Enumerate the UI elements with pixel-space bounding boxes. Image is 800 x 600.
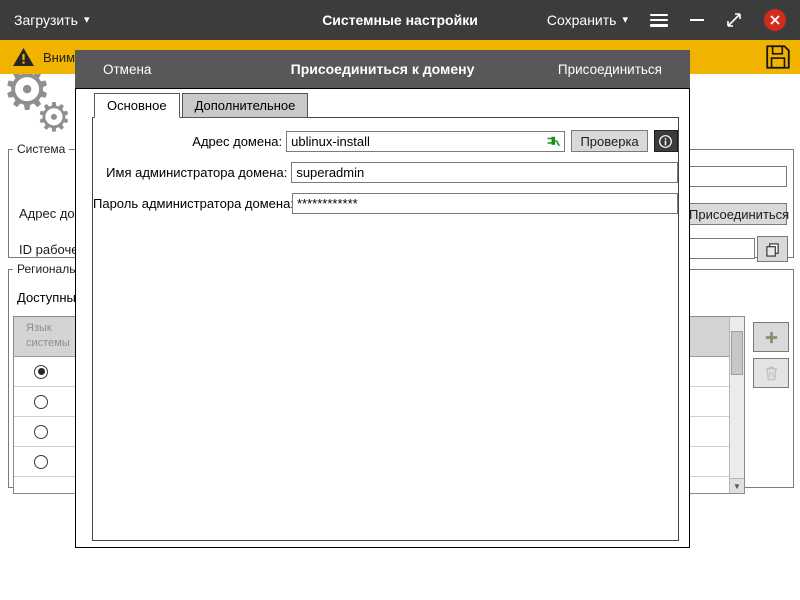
chevron-down-icon: ▾ bbox=[622, 15, 628, 26]
dialog-admin-input[interactable] bbox=[291, 162, 678, 183]
join-domain-button[interactable]: Присоединиться bbox=[680, 203, 787, 225]
table-scrollbar[interactable]: ▼ bbox=[729, 317, 744, 493]
language-radio[interactable] bbox=[34, 395, 48, 409]
available-languages-label: Доступные bbox=[17, 290, 83, 305]
delete-language-button[interactable] bbox=[753, 358, 789, 388]
window-title: Системные настройки bbox=[322, 12, 478, 28]
save-button-label: Сохранить bbox=[547, 12, 617, 28]
close-button[interactable] bbox=[764, 9, 786, 31]
warning-icon bbox=[12, 47, 35, 67]
connection-ok-plug-icon bbox=[546, 134, 561, 154]
dialog-tabs: Основное Дополнительное bbox=[92, 93, 679, 118]
menu-icon[interactable] bbox=[650, 14, 668, 27]
titlebar: Загрузить ▾ Системные настройки Сохранит… bbox=[0, 0, 800, 40]
save-disk-button[interactable] bbox=[764, 43, 792, 71]
tab-additional[interactable]: Дополнительное bbox=[182, 93, 309, 118]
settings-gear-small-icon: ⚙ bbox=[36, 98, 72, 138]
dialog-header: Отмена Присоединиться к домену Присоедин… bbox=[75, 50, 690, 88]
dialog-title: Присоединиться к домену bbox=[291, 61, 475, 77]
scrollbar-thumb[interactable] bbox=[731, 331, 743, 375]
load-button[interactable]: Загрузить ▾ bbox=[14, 12, 89, 28]
language-radio[interactable] bbox=[34, 425, 48, 439]
titlebar-controls: Сохранить ▾ bbox=[547, 9, 800, 31]
add-language-button[interactable] bbox=[753, 322, 789, 352]
domain-address-row: Адрес домена: Проверка bbox=[93, 130, 678, 152]
info-button[interactable] bbox=[654, 130, 678, 152]
language-radio[interactable] bbox=[34, 455, 48, 469]
plus-icon bbox=[764, 330, 779, 345]
minimize-icon[interactable] bbox=[690, 19, 704, 22]
floppy-icon bbox=[764, 43, 792, 71]
dialog-join-button[interactable]: Присоединиться bbox=[558, 62, 662, 77]
admin-password-row: Пароль администратора домена: bbox=[93, 193, 678, 214]
copy-icon bbox=[765, 242, 780, 257]
check-button[interactable]: Проверка bbox=[571, 130, 647, 152]
tab-main[interactable]: Основное bbox=[94, 93, 180, 118]
dialog-domain-label: Адрес домена: bbox=[93, 134, 282, 149]
dialog-domain-input[interactable] bbox=[286, 131, 565, 152]
trash-icon bbox=[764, 365, 779, 381]
language-radio[interactable] bbox=[34, 365, 48, 379]
load-button-label: Загрузить bbox=[14, 12, 78, 28]
dialog-password-label: Пароль администратора домена: bbox=[93, 196, 288, 211]
scrollbar-down-icon[interactable]: ▼ bbox=[730, 478, 744, 493]
dialog-password-input[interactable] bbox=[292, 193, 678, 214]
admin-name-row: Имя администратора домена: bbox=[93, 162, 678, 183]
system-group-legend: Система bbox=[13, 142, 69, 156]
dialog-body: Основное Дополнительное Адрес домена: bbox=[75, 88, 690, 548]
join-domain-dialog: Отмена Присоединиться к домену Присоедин… bbox=[75, 50, 690, 548]
dialog-cancel-button[interactable]: Отмена bbox=[103, 62, 151, 77]
expand-icon[interactable] bbox=[726, 12, 742, 28]
copy-button[interactable] bbox=[757, 236, 788, 262]
tab-panel: Адрес домена: Проверка bbox=[92, 117, 679, 541]
info-icon bbox=[658, 134, 673, 149]
chevron-down-icon: ▾ bbox=[84, 15, 90, 26]
dialog-admin-label: Имя администратора домена: bbox=[93, 165, 287, 180]
save-button[interactable]: Сохранить ▾ bbox=[547, 12, 628, 28]
